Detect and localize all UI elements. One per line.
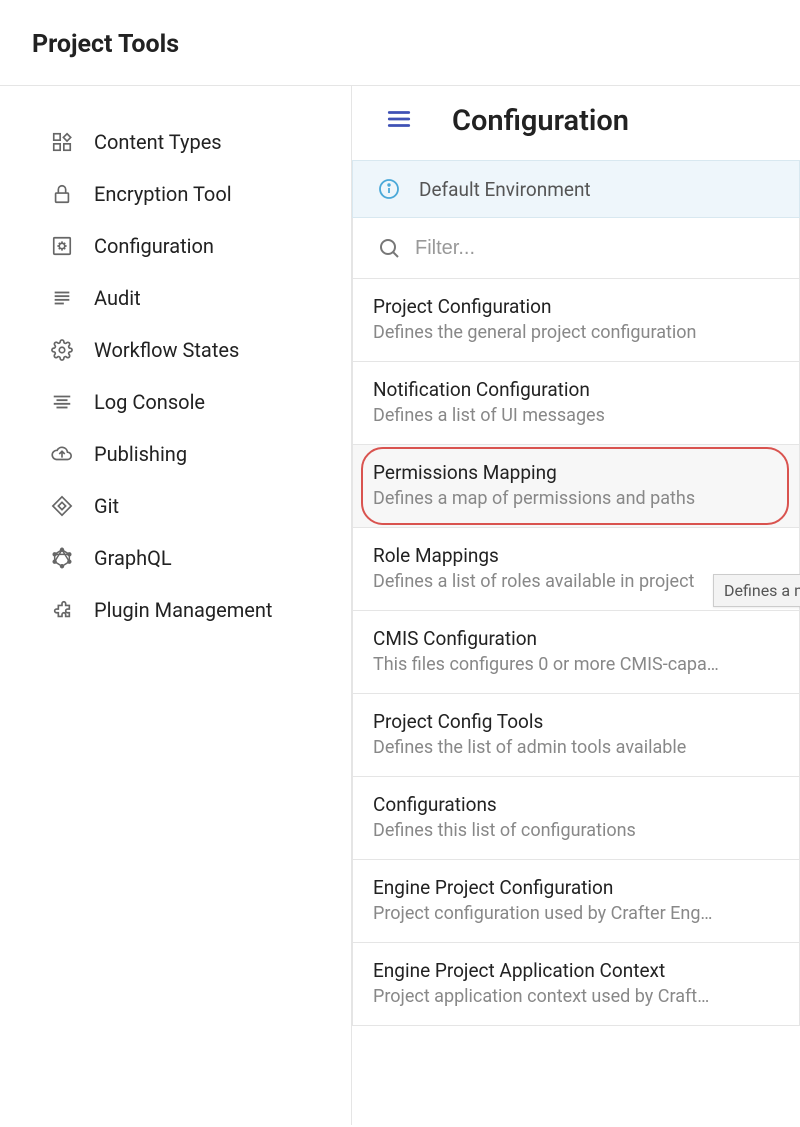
sidebar-item-label: Audit — [94, 286, 141, 310]
list-item-engine-project-application-context[interactable]: Engine Project Application Context Proje… — [352, 943, 800, 1026]
list-item-cmis-configuration[interactable]: CMIS Configuration This files configures… — [352, 611, 800, 694]
page-title: Project Tools — [0, 0, 800, 86]
environment-label: Default Environment — [419, 178, 591, 201]
list-item-title: Permissions Mapping — [373, 461, 779, 484]
list-item-configurations[interactable]: Configurations Defines this list of conf… — [352, 777, 800, 860]
list-item-desc: Defines the general project configuratio… — [373, 322, 779, 343]
list-item-project-config-tools[interactable]: Project Config Tools Defines the list of… — [352, 694, 800, 777]
sidebar-item-publishing[interactable]: Publishing — [0, 428, 351, 480]
sidebar-item-workflow-states[interactable]: Workflow States — [0, 324, 351, 376]
tooltip-fragment: Defines a m — [713, 574, 800, 607]
list-item-notification-configuration[interactable]: Notification Configuration Defines a lis… — [352, 362, 800, 445]
list-item-desc: Defines a map of permissions and paths — [373, 488, 779, 509]
list-item-desc: Defines a list of UI messages — [373, 405, 779, 426]
sidebar-item-git[interactable]: Git — [0, 480, 351, 532]
list-item-desc: Project configuration used by Crafter En… — [373, 903, 779, 924]
info-icon — [377, 177, 401, 201]
list-item-project-configuration[interactable]: Project Configuration Defines the genera… — [352, 279, 800, 362]
content-panel: Configuration Default Environment Projec… — [352, 86, 800, 1125]
sidebar-item-label: GraphQL — [94, 546, 172, 570]
sidebar-item-label: Publishing — [94, 442, 187, 466]
sidebar: Content Types Encryption Tool Configurat… — [0, 86, 352, 1125]
panel-title: Configuration — [452, 104, 629, 138]
sidebar-item-label: Content Types — [94, 130, 222, 154]
config-list: Project Configuration Defines the genera… — [352, 279, 800, 1026]
sidebar-item-label: Configuration — [94, 234, 214, 258]
list-item-title: Project Config Tools — [373, 710, 779, 733]
main-layout: Content Types Encryption Tool Configurat… — [0, 86, 800, 1125]
extension-icon — [50, 598, 74, 622]
sidebar-item-label: Encryption Tool — [94, 182, 232, 206]
list-item-desc: Defines this list of configurations — [373, 820, 779, 841]
list-item-permissions-mapping[interactable]: Permissions Mapping Defines a map of per… — [352, 445, 800, 528]
sidebar-item-label: Plugin Management — [94, 598, 272, 622]
filter-row[interactable] — [352, 218, 800, 279]
content-header: Configuration — [352, 86, 800, 160]
list-item-title: Configurations — [373, 793, 779, 816]
list-item-title: Role Mappings — [373, 544, 779, 567]
sidebar-item-content-types[interactable]: Content Types — [0, 116, 351, 168]
sidebar-item-log-console[interactable]: Log Console — [0, 376, 351, 428]
gear-icon — [50, 338, 74, 362]
content-types-icon — [50, 130, 74, 154]
list-item-title: Project Configuration — [373, 295, 779, 318]
align-icon — [50, 390, 74, 414]
search-icon — [377, 236, 401, 260]
gear-box-icon — [50, 234, 74, 258]
sidebar-item-configuration[interactable]: Configuration — [0, 220, 351, 272]
cloud-up-icon — [50, 442, 74, 466]
list-item-desc: Project application context used by Craf… — [373, 986, 779, 1007]
sidebar-item-encryption-tool[interactable]: Encryption Tool — [0, 168, 351, 220]
diamond-icon — [50, 494, 74, 518]
menu-icon[interactable] — [386, 106, 412, 136]
list-item-title: Engine Project Configuration — [373, 876, 779, 899]
sidebar-item-audit[interactable]: Audit — [0, 272, 351, 324]
list-item-title: Notification Configuration — [373, 378, 779, 401]
lock-icon — [50, 182, 74, 206]
filter-input[interactable] — [415, 237, 799, 260]
sidebar-item-label: Log Console — [94, 390, 205, 414]
sidebar-item-label: Workflow States — [94, 338, 239, 362]
list-item-title: Engine Project Application Context — [373, 959, 779, 982]
sidebar-item-label: Git — [94, 494, 119, 518]
sidebar-item-graphql[interactable]: GraphQL — [0, 532, 351, 584]
graphql-icon — [50, 546, 74, 570]
list-icon — [50, 286, 74, 310]
list-item-engine-project-configuration[interactable]: Engine Project Configuration Project con… — [352, 860, 800, 943]
environment-banner: Default Environment — [352, 160, 800, 218]
list-item-desc: Defines the list of admin tools availabl… — [373, 737, 779, 758]
list-item-title: CMIS Configuration — [373, 627, 779, 650]
list-item-desc: This files configures 0 or more CMIS-cap… — [373, 654, 779, 675]
sidebar-item-plugin-management[interactable]: Plugin Management — [0, 584, 351, 636]
